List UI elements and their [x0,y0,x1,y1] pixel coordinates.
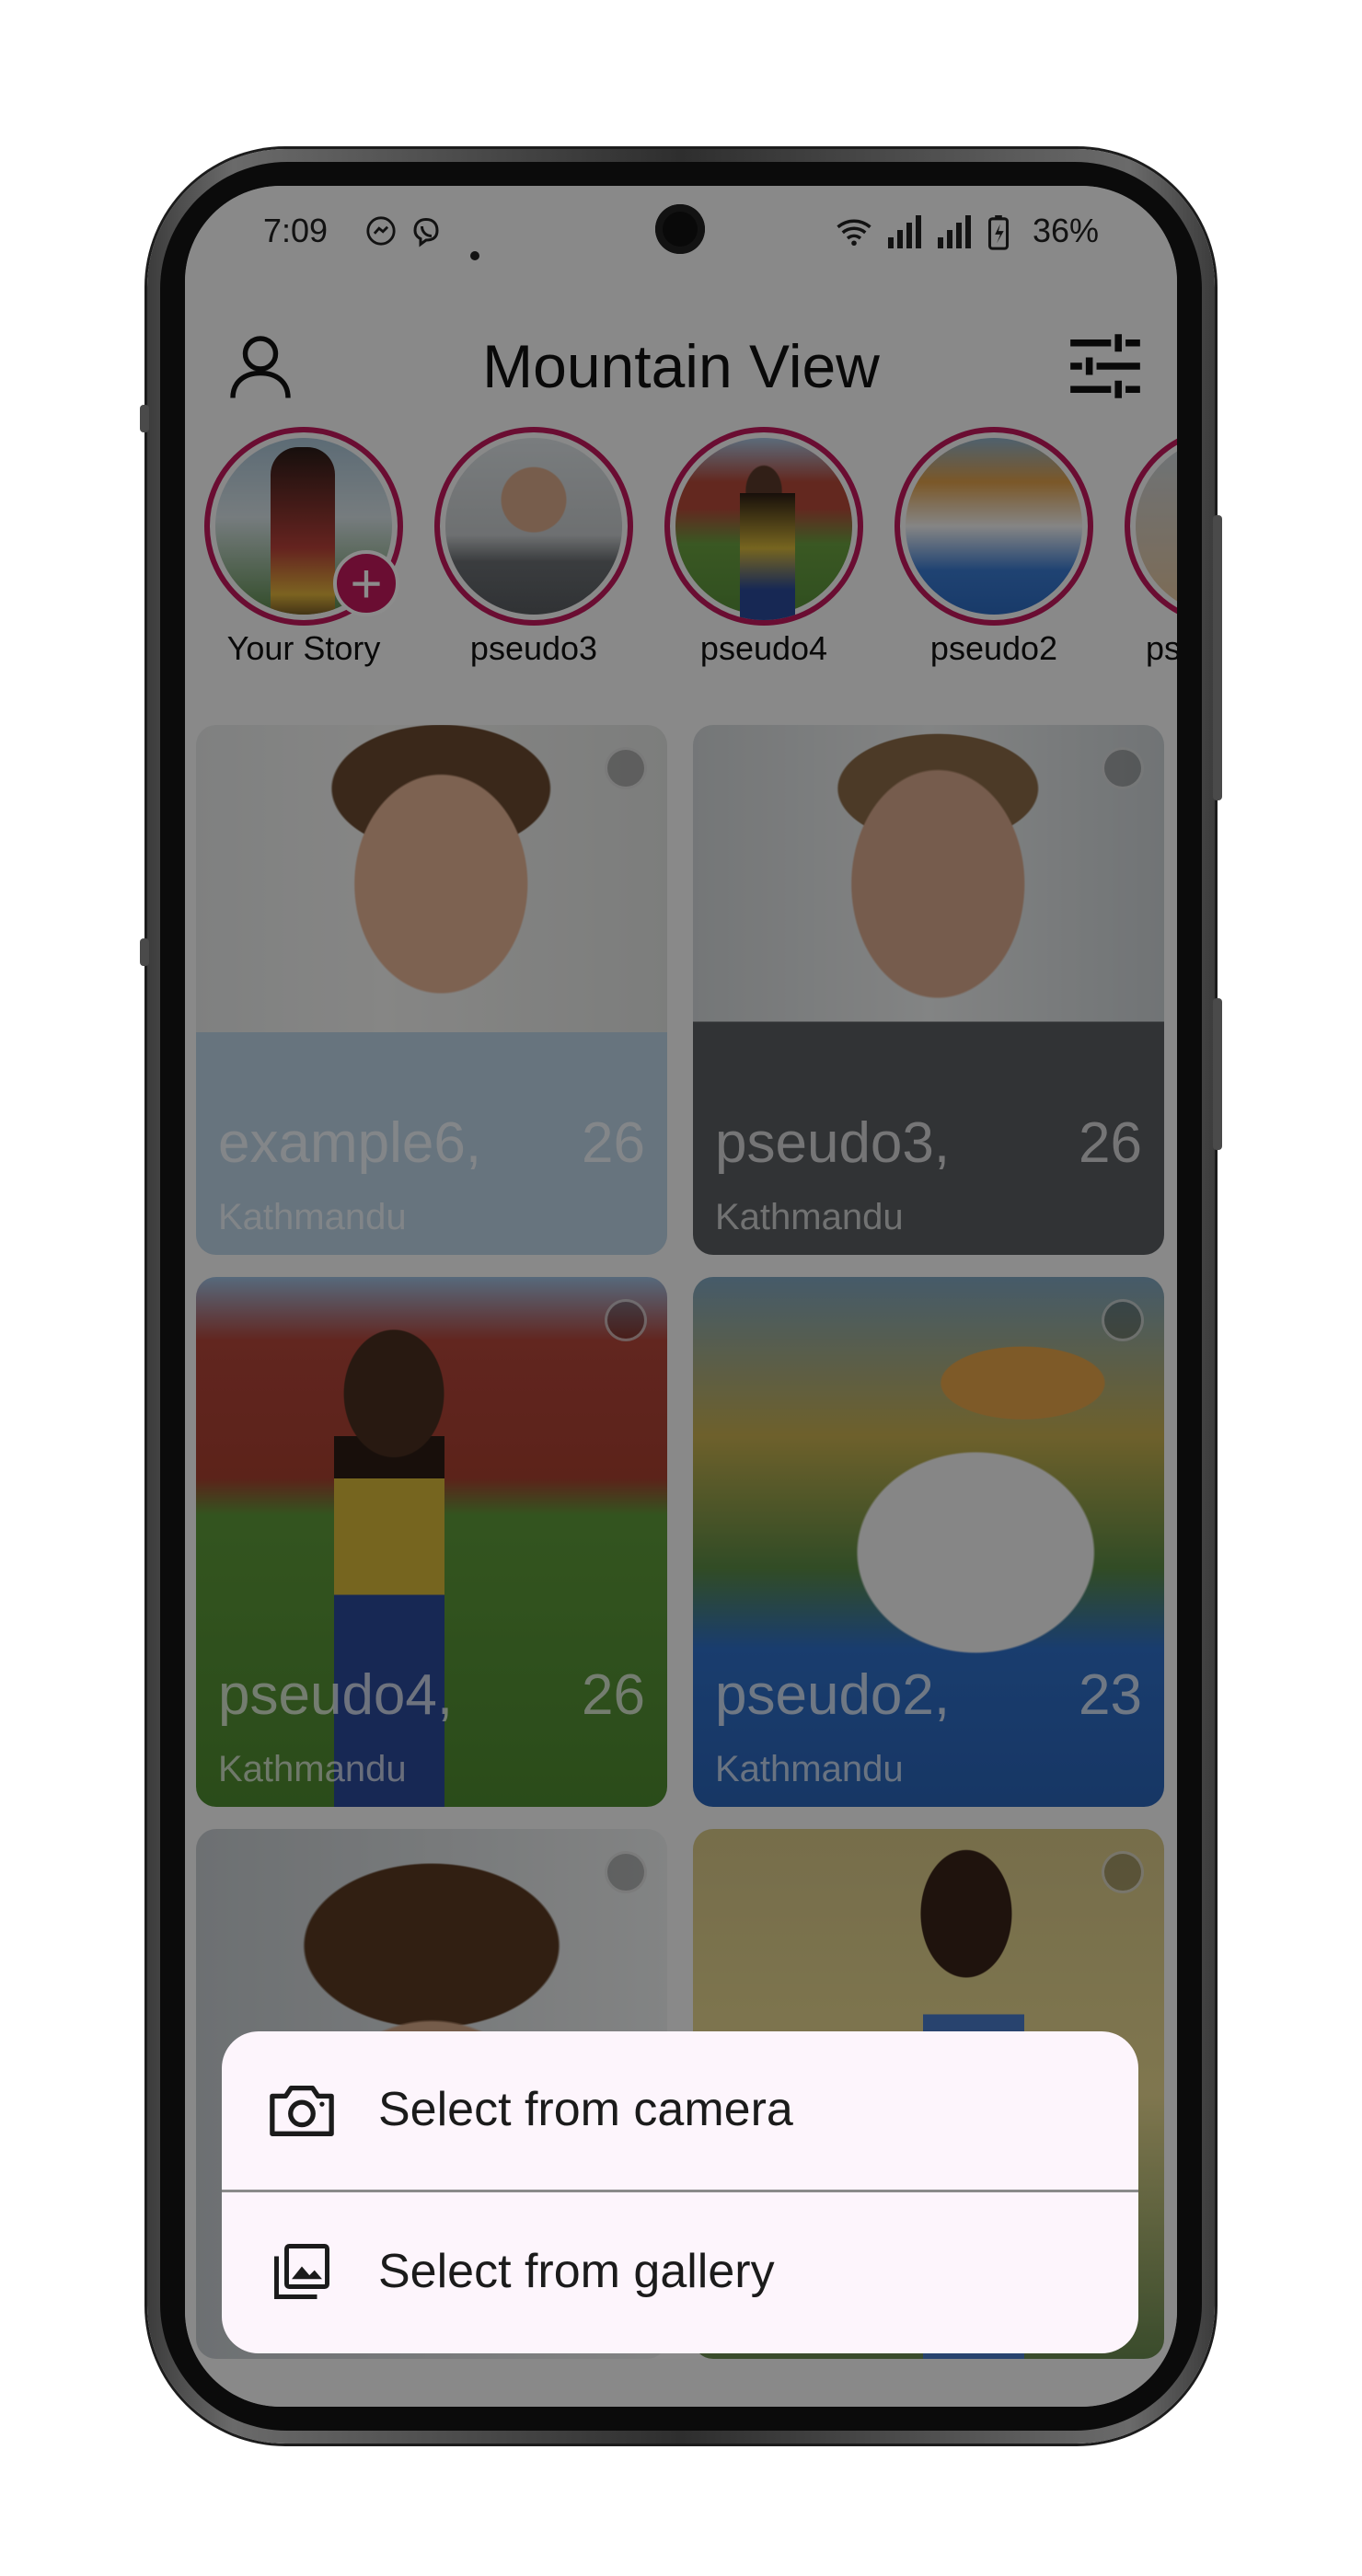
screen: 7:09 36% Mountain View + Your Story pseu… [185,186,1177,2407]
camera-option-label: Select from camera [378,2083,793,2136]
phone-left-notch [140,938,149,966]
select-from-gallery-option[interactable]: Select from gallery [222,2193,1138,2350]
camera-icon [260,2068,343,2151]
sheet-divider [222,2190,1138,2192]
select-from-camera-option[interactable]: Select from camera [222,2031,1138,2188]
gallery-option-label: Select from gallery [378,2245,775,2298]
phone-volume-button [1213,515,1222,800]
phone-left-notch [140,405,149,432]
gallery-icon [260,2230,343,2313]
phone-power-button [1213,998,1222,1150]
image-source-sheet: Select from camera Select from gallery [222,2031,1138,2353]
